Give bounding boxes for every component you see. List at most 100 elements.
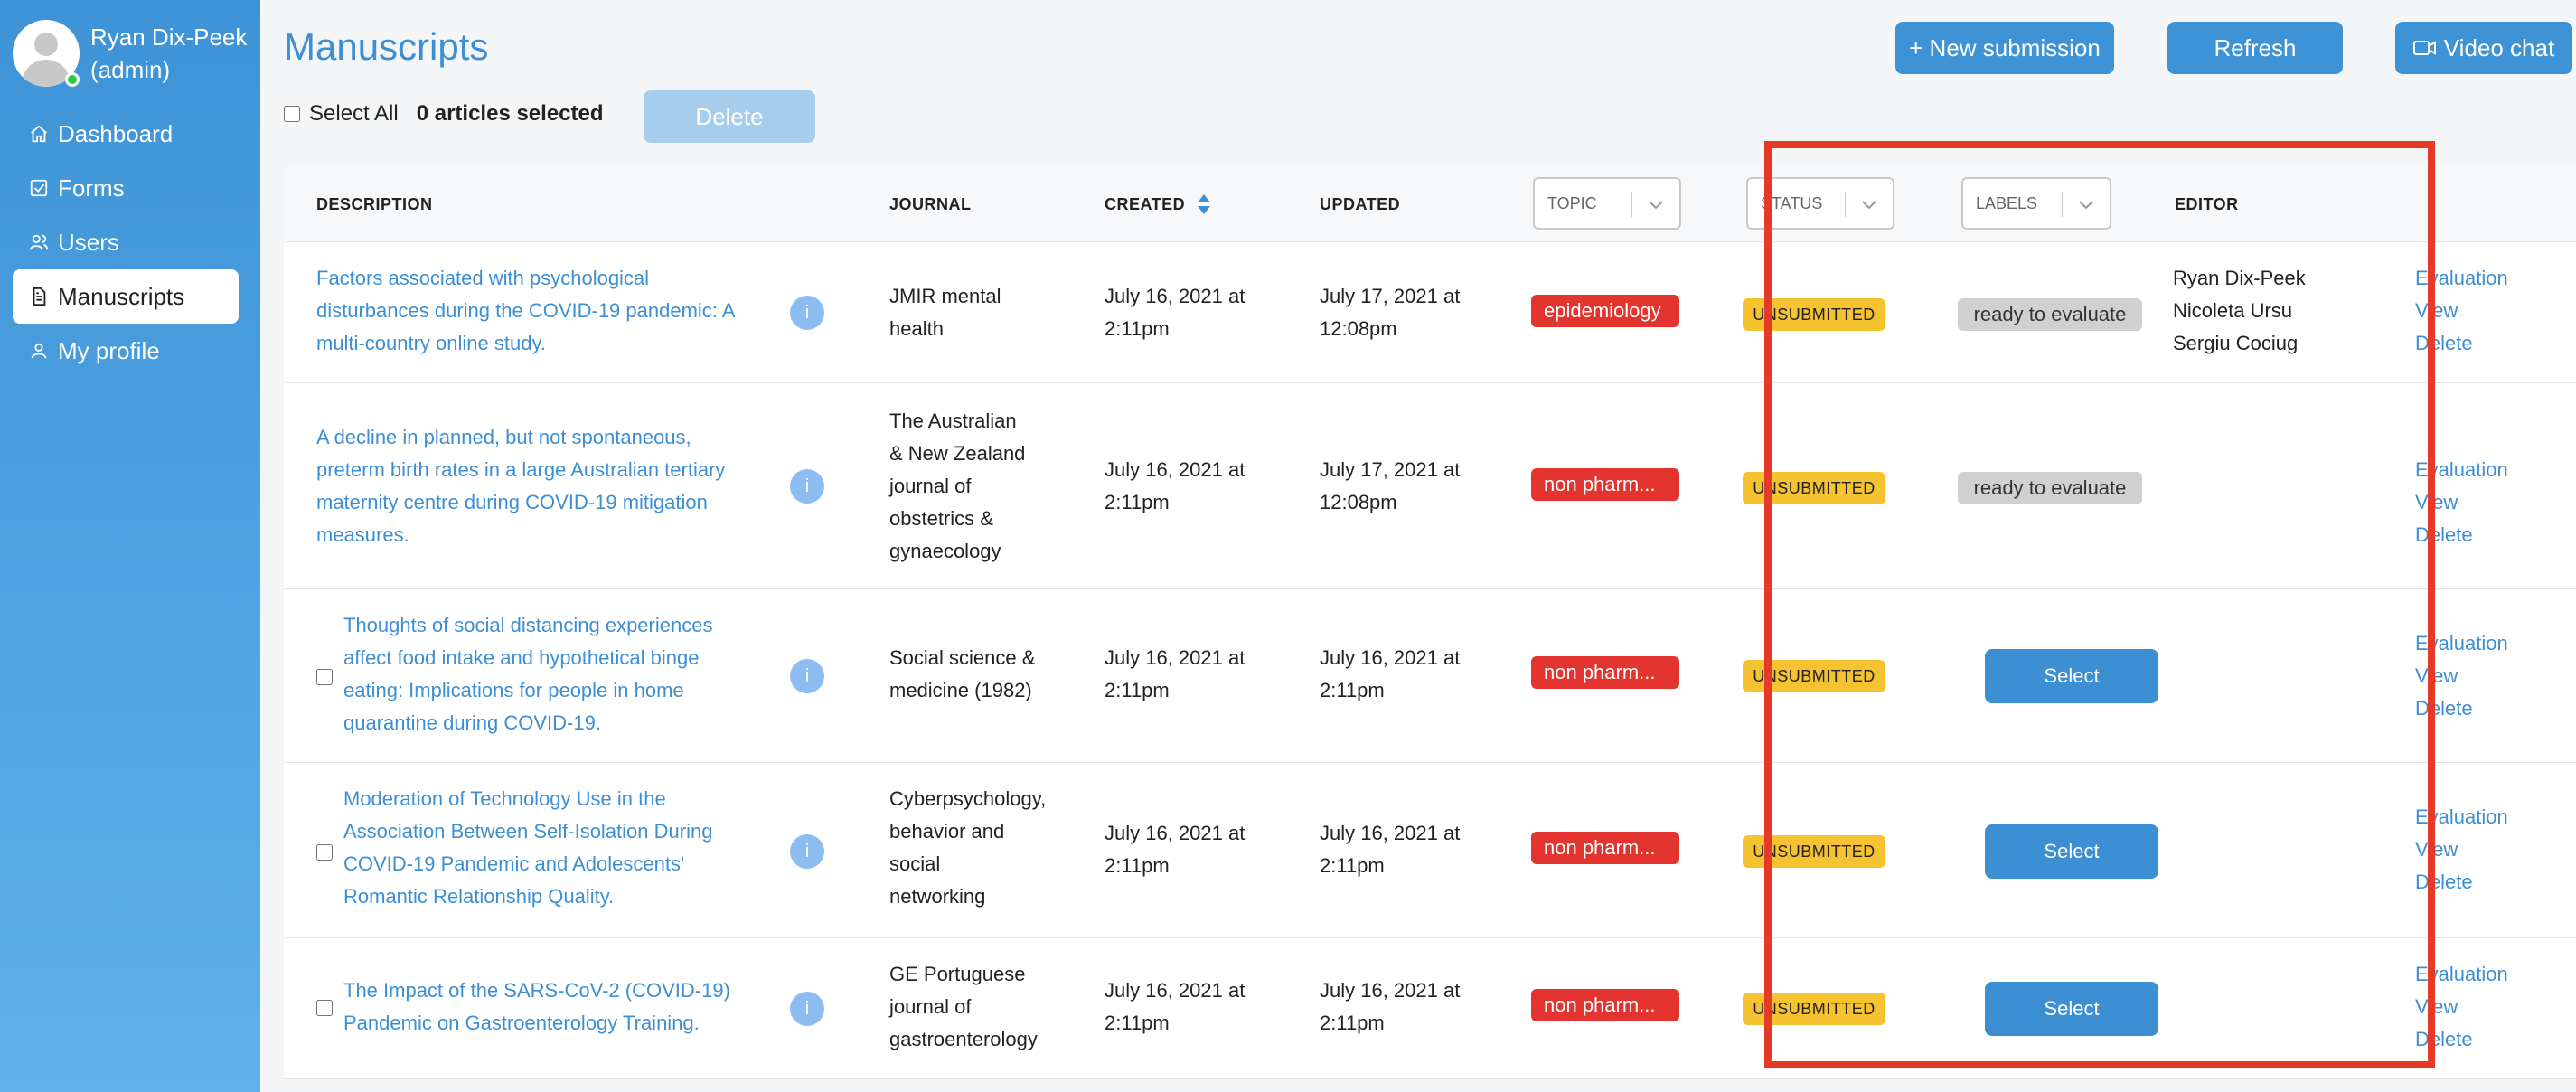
labels-filter-select[interactable]: LABELS (1961, 177, 2111, 230)
sidebar-item-forms[interactable]: Forms (13, 161, 239, 215)
manuscript-title-link[interactable]: Thoughts of social distancing experience… (343, 609, 768, 739)
manuscripts-table: DESCRIPTION JOURNAL CREATED UPDATED TOPI… (284, 166, 2576, 1079)
updated-cell: July 16, 2021 at 2:11pm (1320, 979, 1461, 1034)
journal-cell: Cyberpsychology, behavior and social netwo… (889, 787, 1047, 908)
checkbox-icon (29, 178, 49, 198)
status-badge: UNSUBMITTED (1743, 835, 1885, 868)
online-status-dot (65, 72, 80, 87)
manuscript-title-link[interactable]: Moderation of Technology Use in the Asso… (343, 783, 768, 913)
refresh-button[interactable]: Refresh (2167, 22, 2343, 74)
editor-name: Nicoleta Ursu (2173, 299, 2293, 322)
video-chat-button[interactable]: Video chat (2395, 22, 2572, 74)
sidebar-item-label: Dashboard (58, 119, 174, 147)
sidebar-item-label: Forms (58, 174, 125, 202)
topic-badge: non pharm... (1531, 656, 1679, 689)
sidebar: Ryan Dix-Peek (admin) Dashboard Forms Us… (0, 0, 260, 1092)
user-name: Ryan Dix-Peek (90, 24, 248, 51)
delete-link[interactable]: Delete (2415, 327, 2508, 360)
evaluation-link[interactable]: Evaluation (2415, 958, 2508, 991)
home-icon (29, 124, 49, 144)
delete-link[interactable]: Delete (2415, 1023, 2508, 1056)
main-content: Manuscripts + New submission Refresh Vid… (260, 0, 2576, 1092)
info-icon[interactable]: i (790, 992, 824, 1026)
row-actions: Evaluation View Delete (2415, 262, 2508, 360)
journal-cell: Social science & medicine (1982) (889, 646, 1036, 701)
view-link[interactable]: View (2415, 660, 2508, 692)
info-icon[interactable]: i (790, 296, 824, 330)
evaluation-link[interactable]: Evaluation (2415, 627, 2508, 660)
delete-link[interactable]: Delete (2415, 866, 2508, 899)
view-link[interactable]: View (2415, 833, 2508, 866)
table-row: A decline in planned, but not spontaneou… (284, 383, 2576, 589)
manuscript-title-link[interactable]: A decline in planned, but not spontaneou… (316, 421, 768, 551)
column-created[interactable]: CREATED (1105, 166, 1212, 242)
status-badge: UNSUBMITTED (1743, 298, 1885, 331)
delete-link[interactable]: Delete (2415, 692, 2508, 725)
journal-cell: GE Portuguese journal of gastroenterology (889, 963, 1038, 1050)
labels-filter-placeholder: LABELS (1976, 193, 2038, 212)
topic-filter-placeholder: TOPIC (1547, 193, 1597, 212)
topic-badge: non pharm... (1531, 832, 1679, 864)
select-all-label: Select All (309, 101, 399, 126)
row-actions: Evaluation View Delete (2415, 454, 2508, 551)
select-all-checkbox[interactable] (284, 106, 300, 122)
journal-cell: JMIR mental health (889, 285, 1001, 340)
status-filter-select[interactable]: STATUS (1746, 177, 1894, 230)
row-select-checkbox[interactable] (316, 669, 333, 685)
table-row: Moderation of Technology Use in the Asso… (284, 763, 2576, 938)
document-icon (29, 287, 49, 306)
user-icon (29, 341, 49, 361)
status-badge: UNSUBMITTED (1743, 993, 1885, 1025)
select-label-button[interactable]: Select (1985, 649, 2158, 703)
view-link[interactable]: View (2415, 486, 2508, 519)
new-submission-button[interactable]: + New submission (1895, 22, 2114, 74)
manuscript-title-link[interactable]: The Impact of the SARS-CoV-2 (COVID-19) … (343, 974, 768, 1040)
table-row: The Impact of the SARS-CoV-2 (COVID-19) … (284, 938, 2576, 1079)
select-label-button[interactable]: Select (1985, 982, 2158, 1036)
status-filter-placeholder: STATUS (1761, 193, 1823, 212)
chevron-down-icon (2079, 201, 2093, 210)
evaluation-link[interactable]: Evaluation (2415, 262, 2508, 295)
created-cell: July 16, 2021 at 2:11pm (1105, 979, 1246, 1034)
row-select-checkbox[interactable] (316, 844, 333, 861)
sidebar-item-users[interactable]: Users (13, 215, 239, 269)
topic-badge: non pharm... (1531, 989, 1679, 1021)
select-label-button[interactable]: Select (1985, 824, 2158, 879)
column-journal: JOURNAL (889, 194, 972, 213)
view-link[interactable]: View (2415, 295, 2508, 327)
topic-badge: epidemiology (1531, 295, 1679, 327)
info-icon[interactable]: i (790, 834, 824, 869)
sidebar-item-manuscripts[interactable]: Manuscripts (13, 269, 239, 324)
manuscript-title-link[interactable]: Factors associated with psychological di… (316, 262, 759, 360)
sidebar-item-dashboard[interactable]: Dashboard (13, 107, 239, 161)
status-badge: UNSUBMITTED (1743, 660, 1885, 692)
editor-name: Ryan Dix-Peek (2173, 267, 2306, 289)
sidebar-item-my-profile[interactable]: My profile (13, 324, 239, 378)
user-block: Ryan Dix-Peek (admin) (13, 20, 247, 87)
evaluation-link[interactable]: Evaluation (2415, 801, 2508, 833)
row-select-checkbox[interactable] (316, 1000, 333, 1016)
editor-name: Sergiu Cociug (2173, 332, 2299, 354)
table-header: DESCRIPTION JOURNAL CREATED UPDATED TOPI… (284, 166, 2576, 242)
updated-cell: July 16, 2021 at 2:11pm (1320, 822, 1461, 877)
select-all-row: Select All 0 articles selected (284, 101, 604, 127)
topic-badge: non pharm... (1531, 468, 1679, 501)
info-icon[interactable]: i (790, 469, 824, 504)
view-link[interactable]: View (2415, 991, 2508, 1023)
video-camera-icon (2412, 41, 2436, 55)
sort-icon[interactable] (1196, 193, 1212, 216)
delete-link[interactable]: Delete (2415, 519, 2508, 551)
topic-filter-select[interactable]: TOPIC (1533, 177, 1681, 230)
row-actions: Evaluation View Delete (2415, 801, 2508, 899)
column-description: DESCRIPTION (316, 194, 433, 213)
page-title: Manuscripts (284, 25, 489, 68)
created-cell: July 16, 2021 at 2:11pm (1105, 822, 1246, 877)
created-cell: July 16, 2021 at 2:11pm (1105, 458, 1246, 513)
info-icon[interactable]: i (790, 659, 824, 693)
updated-cell: July 17, 2021 at 12:08pm (1320, 458, 1461, 513)
row-actions: Evaluation View Delete (2415, 958, 2508, 1056)
evaluation-link[interactable]: Evaluation (2415, 454, 2508, 486)
bulk-delete-button[interactable]: Delete (644, 90, 815, 143)
status-badge: UNSUBMITTED (1743, 472, 1885, 504)
created-cell: July 16, 2021 at 2:11pm (1105, 285, 1246, 340)
